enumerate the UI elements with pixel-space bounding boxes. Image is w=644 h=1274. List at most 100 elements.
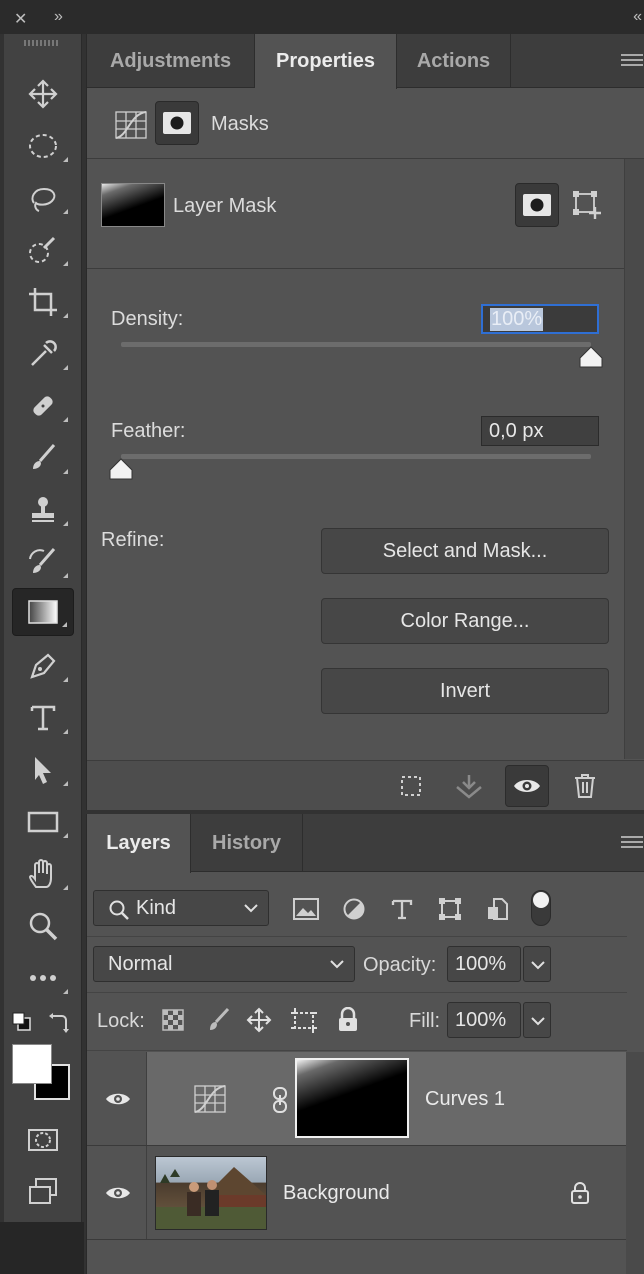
add-vector-mask-button[interactable] xyxy=(565,183,609,227)
lock-transparent-pixels[interactable] xyxy=(161,1008,185,1032)
lock-position[interactable] xyxy=(245,1006,273,1034)
crop-tool[interactable] xyxy=(12,278,74,326)
path-selection-tool[interactable] xyxy=(12,746,74,794)
opacity-input[interactable]: 100% xyxy=(447,946,521,982)
tab-layers[interactable]: Layers xyxy=(87,814,191,873)
layer-name[interactable]: Curves 1 xyxy=(425,1088,505,1111)
apply-mask-button[interactable] xyxy=(447,765,491,807)
mask-properties-button[interactable] xyxy=(155,101,199,145)
tab-adjustments[interactable]: Adjustments xyxy=(87,34,255,88)
brush-tool[interactable] xyxy=(12,434,74,482)
density-slider-thumb[interactable] xyxy=(579,346,603,368)
properties-scrollbar[interactable] xyxy=(624,159,644,759)
load-selection-from-mask-button[interactable] xyxy=(389,765,433,807)
tab-history[interactable]: History xyxy=(191,814,303,872)
checkerboard-icon xyxy=(162,1009,184,1031)
invert-button[interactable]: Invert xyxy=(321,668,609,714)
chain-link-icon[interactable] xyxy=(271,1086,289,1114)
artboard-icon xyxy=(291,1008,317,1033)
fill-input[interactable]: 100% xyxy=(447,1002,521,1038)
collapse-panels-icon[interactable]: « xyxy=(633,8,642,26)
layer-visibility-cell[interactable] xyxy=(87,1052,147,1145)
feather-slider-track[interactable] xyxy=(121,454,591,459)
lock-image-pixels[interactable] xyxy=(203,1006,231,1034)
gradient-tool[interactable] xyxy=(12,588,74,636)
default-colors-icon[interactable] xyxy=(12,1012,32,1032)
swap-colors-icon[interactable] xyxy=(48,1012,70,1034)
curves-properties-button[interactable] xyxy=(109,103,153,147)
marquee-tool[interactable] xyxy=(12,122,74,170)
tool-group-indicator xyxy=(63,261,68,266)
close-icon[interactable]: ✕ xyxy=(14,9,27,29)
delete-mask-button[interactable] xyxy=(563,765,607,807)
brush-icon xyxy=(33,444,56,469)
rectangle-tool[interactable] xyxy=(12,798,74,846)
move-tool[interactable] xyxy=(12,70,74,118)
layers-panel-menu-icon[interactable] xyxy=(621,836,643,852)
layer-mask-thumbnail[interactable] xyxy=(295,1058,409,1138)
eyedropper-tool[interactable] xyxy=(12,330,74,378)
feather-slider-thumb[interactable] xyxy=(109,458,133,480)
color-range-button[interactable]: Color Range... xyxy=(321,598,609,644)
tool-group-indicator xyxy=(63,417,68,422)
blend-mode-dropdown[interactable]: Normal xyxy=(93,946,355,982)
layer-visibility-cell[interactable] xyxy=(87,1146,147,1239)
chevron-down-icon xyxy=(531,1017,545,1026)
filter-smart-objects[interactable] xyxy=(483,896,513,922)
filter-toggle-switch[interactable] xyxy=(531,890,551,926)
filter-adjustment-layers[interactable] xyxy=(339,896,369,922)
eye-icon[interactable] xyxy=(105,1090,131,1108)
fill-dropdown-button[interactable] xyxy=(523,1002,551,1038)
refine-label: Refine: xyxy=(101,529,165,551)
pen-tool[interactable] xyxy=(12,642,74,690)
blend-mode-value: Normal xyxy=(108,952,173,975)
pen-icon xyxy=(30,653,56,679)
filter-shape-layers[interactable] xyxy=(435,896,465,922)
lock-icon[interactable] xyxy=(571,1182,589,1204)
zoom-tool[interactable] xyxy=(12,902,74,950)
layer-thumbnail[interactable] xyxy=(155,1156,267,1230)
feather-input[interactable]: 0,0 px xyxy=(481,416,599,446)
quick-selection-tool[interactable] xyxy=(12,226,74,274)
layer-row-curves[interactable]: Curves 1 xyxy=(87,1052,627,1146)
collapse-toolbar-icon[interactable]: » xyxy=(54,8,63,26)
panel-menu-icon[interactable] xyxy=(621,54,643,70)
select-pixel-mask-button[interactable] xyxy=(515,183,559,227)
filter-pixel-layers[interactable] xyxy=(291,896,321,922)
eye-icon[interactable] xyxy=(105,1184,131,1202)
type-icon xyxy=(30,705,56,731)
screen-mode-icon xyxy=(29,1178,57,1204)
select-and-mask-button[interactable]: Select and Mask... xyxy=(321,528,609,574)
edit-toolbar[interactable] xyxy=(12,954,74,1002)
toolbar-grip[interactable] xyxy=(24,40,60,46)
lock-all[interactable] xyxy=(335,1006,361,1034)
tool-group-indicator xyxy=(63,209,68,214)
hand-tool[interactable] xyxy=(12,850,74,898)
stamp-icon xyxy=(32,497,54,522)
opacity-dropdown-button[interactable] xyxy=(523,946,551,982)
tab-properties[interactable]: Properties xyxy=(255,34,397,89)
lasso-tool[interactable] xyxy=(12,174,74,222)
toggle-mask-visibility-button[interactable] xyxy=(505,765,549,807)
tab-actions[interactable]: Actions xyxy=(397,34,511,88)
lock-artboard[interactable] xyxy=(289,1006,319,1034)
eye-icon xyxy=(514,780,540,792)
history-brush-tool[interactable] xyxy=(12,538,74,586)
density-input[interactable]: 100% xyxy=(481,304,599,334)
layer-filter-dropdown[interactable]: Kind xyxy=(93,890,269,926)
filter-type-layers[interactable] xyxy=(387,896,417,922)
healing-brush-tool[interactable] xyxy=(12,382,74,430)
tool-group-indicator xyxy=(63,469,68,474)
layer-name[interactable]: Background xyxy=(283,1182,390,1205)
layer-row-background[interactable]: Background xyxy=(87,1146,627,1240)
type-tool[interactable] xyxy=(12,694,74,742)
density-value: 100% xyxy=(490,307,544,331)
foreground-color-swatch[interactable] xyxy=(12,1044,52,1084)
properties-panel-tabs: Adjustments Properties Actions xyxy=(87,34,644,89)
clone-stamp-tool[interactable] xyxy=(12,486,74,534)
density-slider-track[interactable] xyxy=(121,342,591,347)
layers-scrollbar[interactable] xyxy=(626,1052,644,1274)
layer-mask-row: Layer Mask xyxy=(87,159,644,269)
screen-mode[interactable] xyxy=(12,1168,74,1216)
quick-mask-mode[interactable] xyxy=(12,1116,74,1164)
